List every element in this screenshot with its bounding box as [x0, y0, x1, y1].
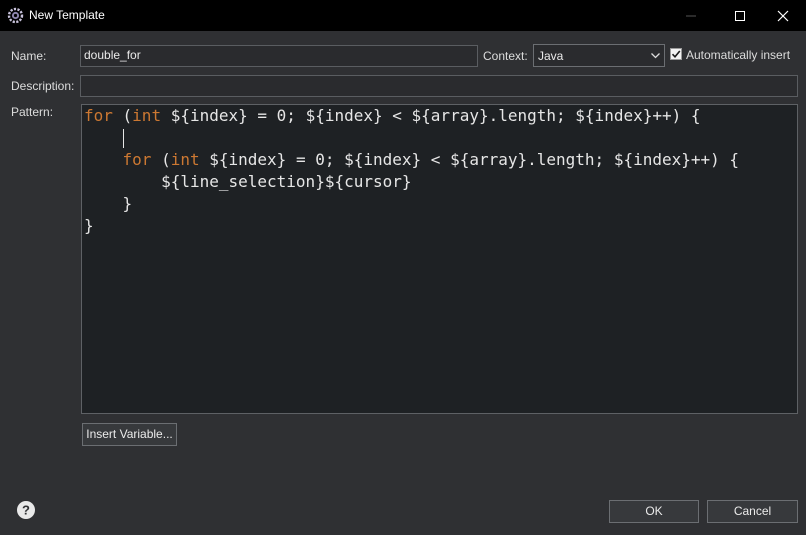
code-token: } [84, 216, 94, 235]
context-label: Context: [483, 49, 528, 63]
auto-insert-label: Automatically insert [686, 48, 791, 62]
context-value: Java [538, 49, 564, 63]
minimize-icon [686, 15, 696, 17]
ok-button[interactable]: OK [609, 500, 699, 523]
code-line: } [84, 193, 133, 215]
code-token: ( [151, 150, 171, 169]
minimize-button[interactable] [668, 0, 714, 31]
code-line: } [84, 215, 94, 237]
code-token: ${index} = 0; ${index} < ${array}.length… [199, 150, 740, 169]
description-field[interactable] [80, 75, 798, 97]
code-line: for (int ${index} = 0; ${index} < ${arra… [84, 149, 740, 171]
context-select[interactable]: Java [533, 44, 665, 67]
code-token: int [170, 150, 200, 169]
description-label: Description: [11, 79, 75, 93]
code-token: ${index} = 0; ${index} < ${array}.length… [161, 106, 701, 125]
title-bar: New Template [0, 0, 806, 31]
code-token: ${line_selection}${cursor} [84, 172, 412, 191]
code-token: for [122, 150, 152, 169]
code-line: for (int ${index} = 0; ${index} < ${arra… [84, 105, 701, 127]
auto-insert-checkbox[interactable] [670, 48, 682, 60]
code-token: ( [112, 106, 133, 125]
window-title: New Template [29, 8, 105, 22]
checkmark-icon [671, 50, 681, 59]
name-field[interactable]: double_for [80, 45, 478, 67]
maximize-icon [735, 11, 745, 21]
code-token: for [84, 106, 113, 125]
cancel-button[interactable]: Cancel [707, 500, 798, 523]
pattern-editor[interactable]: for (int ${index} = 0; ${index} < ${arra… [81, 104, 798, 414]
text-caret [123, 129, 124, 148]
maximize-button[interactable] [717, 0, 763, 31]
close-button[interactable] [760, 0, 806, 31]
code-token: } [84, 194, 133, 213]
code-line: ${line_selection}${cursor} [84, 171, 412, 193]
chevron-down-icon [651, 53, 660, 59]
close-icon [777, 10, 789, 22]
svg-text:?: ? [22, 503, 30, 518]
eclipse-gear-icon [7, 7, 24, 24]
insert-variable-button[interactable]: Insert Variable... [82, 423, 177, 446]
help-icon[interactable]: ? [16, 500, 36, 520]
pattern-label: Pattern: [11, 105, 54, 119]
name-label: Name: [11, 49, 47, 63]
code-token: int [132, 106, 162, 125]
